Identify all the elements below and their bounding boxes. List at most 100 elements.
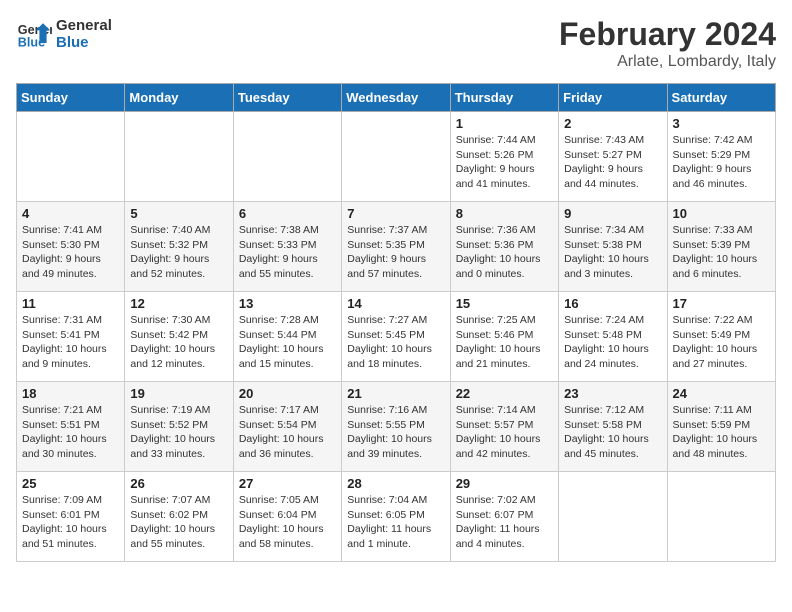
day-number: 17	[673, 296, 770, 311]
day-info: Sunrise: 7:17 AM Sunset: 5:54 PM Dayligh…	[239, 403, 336, 462]
weekday-header-monday: Monday	[125, 84, 233, 112]
calendar-table: SundayMondayTuesdayWednesdayThursdayFrid…	[16, 83, 776, 562]
calendar-cell	[559, 472, 667, 562]
day-number: 10	[673, 206, 770, 221]
calendar-cell: 19 Sunrise: 7:19 AM Sunset: 5:52 PM Dayli…	[125, 382, 233, 472]
day-info: Sunrise: 7:25 AM Sunset: 5:46 PM Dayligh…	[456, 313, 553, 372]
weekday-header-tuesday: Tuesday	[233, 84, 341, 112]
weekday-header-saturday: Saturday	[667, 84, 775, 112]
calendar-cell: 16Sunrise: 7:24 AM Sunset: 5:48 PM Dayli…	[559, 292, 667, 382]
calendar-cell: 1 Sunrise: 7:44 AM Sunset: 5:26 PM Daylig…	[450, 112, 558, 202]
calendar-cell: 24 Sunrise: 7:11 AM Sunset: 5:59 PM Dayli…	[667, 382, 775, 472]
day-info: Sunrise: 7:11 AM Sunset: 5:59 PM Dayligh…	[673, 403, 770, 462]
logo-blue: Blue	[56, 34, 112, 51]
day-info: Sunrise: 7:21 AM Sunset: 5:51 PM Dayligh…	[22, 403, 119, 462]
calendar-week-row: 18 Sunrise: 7:21 AM Sunset: 5:51 PM Dayli…	[17, 382, 776, 472]
calendar-cell: 18 Sunrise: 7:21 AM Sunset: 5:51 PM Dayli…	[17, 382, 125, 472]
calendar-cell: 22 Sunrise: 7:14 AM Sunset: 5:57 PM Dayli…	[450, 382, 558, 472]
day-number: 1	[456, 116, 553, 131]
weekday-header-sunday: Sunday	[17, 84, 125, 112]
day-number: 25	[22, 476, 119, 491]
day-number: 22	[456, 386, 553, 401]
calendar-cell: 10 Sunrise: 7:33 AM Sunset: 5:39 PM Dayli…	[667, 202, 775, 292]
day-number: 5	[130, 206, 227, 221]
day-info: Sunrise: 7:33 AM Sunset: 5:39 PM Dayligh…	[673, 223, 770, 282]
day-number: 18	[22, 386, 119, 401]
calendar-cell: 12Sunrise: 7:30 AM Sunset: 5:42 PM Dayli…	[125, 292, 233, 382]
calendar-cell: 17 Sunrise: 7:22 AM Sunset: 5:49 PM Dayli…	[667, 292, 775, 382]
day-number: 23	[564, 386, 661, 401]
day-info: Sunrise: 7:02 AM Sunset: 6:07 PM Dayligh…	[456, 493, 553, 552]
day-info: Sunrise: 7:36 AM Sunset: 5:36 PM Dayligh…	[456, 223, 553, 282]
weekday-header-friday: Friday	[559, 84, 667, 112]
calendar-cell: 6 Sunrise: 7:38 AM Sunset: 5:33 PM Daylig…	[233, 202, 341, 292]
day-number: 2	[564, 116, 661, 131]
day-info: Sunrise: 7:38 AM Sunset: 5:33 PM Dayligh…	[239, 223, 336, 282]
day-number: 24	[673, 386, 770, 401]
calendar-cell: 26 Sunrise: 7:07 AM Sunset: 6:02 PM Dayli…	[125, 472, 233, 562]
day-number: 27	[239, 476, 336, 491]
calendar-cell: 15 Sunrise: 7:25 AM Sunset: 5:46 PM Dayli…	[450, 292, 558, 382]
day-info: Sunrise: 7:30 AM Sunset: 5:42 PM Dayligh…	[130, 313, 227, 372]
day-number: 16	[564, 296, 661, 311]
day-info: Sunrise: 7:31 AM Sunset: 5:41 PM Dayligh…	[22, 313, 119, 372]
day-info: Sunrise: 7:28 AM Sunset: 5:44 PM Dayligh…	[239, 313, 336, 372]
day-info: Sunrise: 7:14 AM Sunset: 5:57 PM Dayligh…	[456, 403, 553, 462]
calendar-cell: 8Sunrise: 7:36 AM Sunset: 5:36 PM Daylig…	[450, 202, 558, 292]
day-info: Sunrise: 7:42 AM Sunset: 5:29 PM Dayligh…	[673, 133, 770, 192]
calendar-cell	[667, 472, 775, 562]
calendar-cell	[125, 112, 233, 202]
day-info: Sunrise: 7:37 AM Sunset: 5:35 PM Dayligh…	[347, 223, 444, 282]
calendar-week-row: 25Sunrise: 7:09 AM Sunset: 6:01 PM Dayli…	[17, 472, 776, 562]
day-number: 28	[347, 476, 444, 491]
day-number: 3	[673, 116, 770, 131]
day-number: 6	[239, 206, 336, 221]
day-number: 26	[130, 476, 227, 491]
day-info: Sunrise: 7:22 AM Sunset: 5:49 PM Dayligh…	[673, 313, 770, 372]
day-number: 15	[456, 296, 553, 311]
calendar-cell: 28 Sunrise: 7:04 AM Sunset: 6:05 PM Dayli…	[342, 472, 450, 562]
main-title: February 2024	[559, 16, 776, 53]
calendar-cell: 3 Sunrise: 7:42 AM Sunset: 5:29 PM Daylig…	[667, 112, 775, 202]
calendar-week-row: 1 Sunrise: 7:44 AM Sunset: 5:26 PM Daylig…	[17, 112, 776, 202]
weekday-header-row: SundayMondayTuesdayWednesdayThursdayFrid…	[17, 84, 776, 112]
calendar-cell	[233, 112, 341, 202]
calendar-cell: 23 Sunrise: 7:12 AM Sunset: 5:58 PM Dayli…	[559, 382, 667, 472]
calendar-cell: 2Sunrise: 7:43 AM Sunset: 5:27 PM Daylig…	[559, 112, 667, 202]
logo-icon: General Blue	[16, 16, 52, 52]
day-info: Sunrise: 7:07 AM Sunset: 6:02 PM Dayligh…	[130, 493, 227, 552]
calendar-cell	[17, 112, 125, 202]
title-block: February 2024 Arlate, Lombardy, Italy	[559, 16, 776, 71]
calendar-cell: 5Sunrise: 7:40 AM Sunset: 5:32 PM Daylig…	[125, 202, 233, 292]
weekday-header-wednesday: Wednesday	[342, 84, 450, 112]
calendar-cell: 20 Sunrise: 7:17 AM Sunset: 5:54 PM Dayli…	[233, 382, 341, 472]
calendar-cell: 27 Sunrise: 7:05 AM Sunset: 6:04 PM Dayli…	[233, 472, 341, 562]
calendar-cell: 9Sunrise: 7:34 AM Sunset: 5:38 PM Daylig…	[559, 202, 667, 292]
calendar-cell: 25Sunrise: 7:09 AM Sunset: 6:01 PM Dayli…	[17, 472, 125, 562]
logo: General Blue General Blue	[16, 16, 112, 52]
calendar-cell: 13 Sunrise: 7:28 AM Sunset: 5:44 PM Dayli…	[233, 292, 341, 382]
day-number: 14	[347, 296, 444, 311]
weekday-header-thursday: Thursday	[450, 84, 558, 112]
calendar-cell: 4 Sunrise: 7:41 AM Sunset: 5:30 PM Daylig…	[17, 202, 125, 292]
day-number: 7	[347, 206, 444, 221]
day-number: 19	[130, 386, 227, 401]
day-number: 11	[22, 296, 119, 311]
day-number: 9	[564, 206, 661, 221]
day-info: Sunrise: 7:44 AM Sunset: 5:26 PM Dayligh…	[456, 133, 553, 192]
day-info: Sunrise: 7:12 AM Sunset: 5:58 PM Dayligh…	[564, 403, 661, 462]
calendar-cell: 14 Sunrise: 7:27 AM Sunset: 5:45 PM Dayli…	[342, 292, 450, 382]
calendar-cell: 11 Sunrise: 7:31 AM Sunset: 5:41 PM Dayli…	[17, 292, 125, 382]
day-info: Sunrise: 7:05 AM Sunset: 6:04 PM Dayligh…	[239, 493, 336, 552]
day-info: Sunrise: 7:41 AM Sunset: 5:30 PM Dayligh…	[22, 223, 119, 282]
day-number: 21	[347, 386, 444, 401]
day-number: 29	[456, 476, 553, 491]
header: General Blue General Blue February 2024 …	[16, 16, 776, 71]
day-number: 13	[239, 296, 336, 311]
calendar-cell: 29 Sunrise: 7:02 AM Sunset: 6:07 PM Dayli…	[450, 472, 558, 562]
day-info: Sunrise: 7:04 AM Sunset: 6:05 PM Dayligh…	[347, 493, 444, 552]
day-info: Sunrise: 7:27 AM Sunset: 5:45 PM Dayligh…	[347, 313, 444, 372]
day-info: Sunrise: 7:19 AM Sunset: 5:52 PM Dayligh…	[130, 403, 227, 462]
day-number: 4	[22, 206, 119, 221]
day-number: 20	[239, 386, 336, 401]
